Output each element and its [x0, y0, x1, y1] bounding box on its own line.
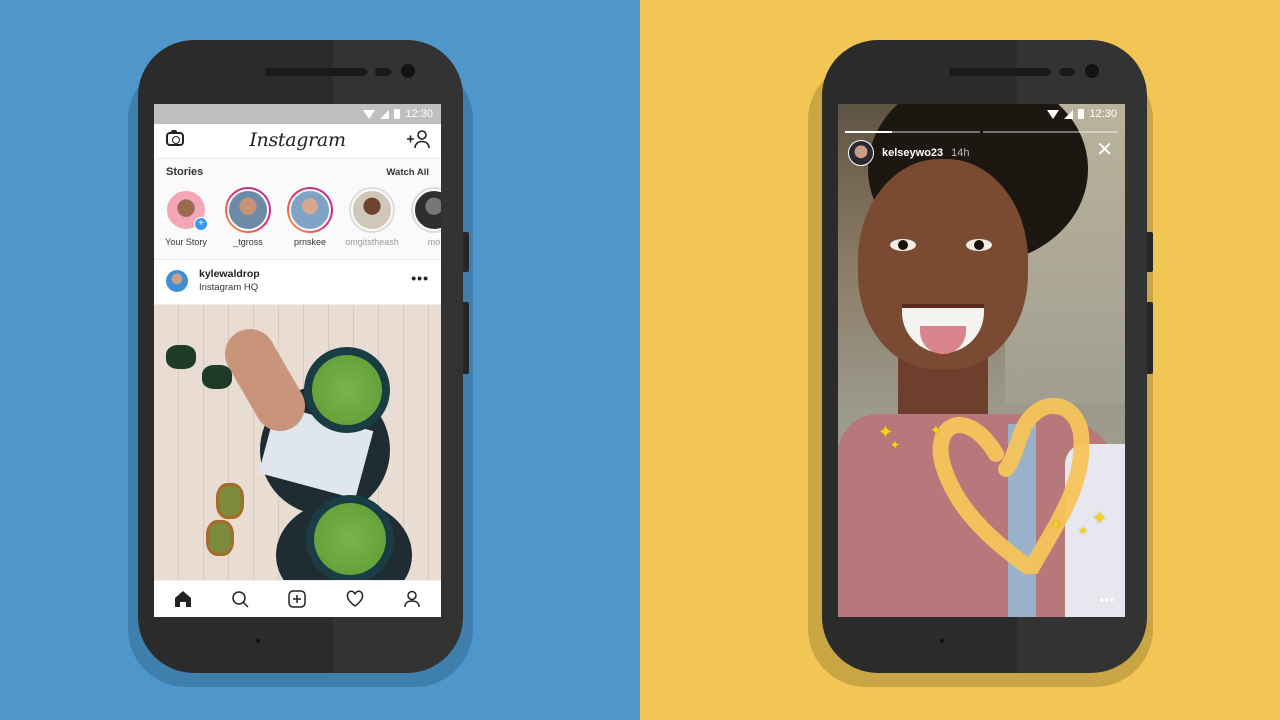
right-phone: ✦ ✦ ✦ ✦ ✦ ✦ 12:30 kelseywo23 14h ✕ •••: [822, 40, 1153, 673]
power-button: [463, 302, 469, 374]
story-timestamp: 14h: [951, 147, 970, 159]
post-location[interactable]: Instagram HQ: [199, 282, 258, 293]
instagram-feed-screen: 12:30 Instagram Stories Watch All + Your…: [154, 104, 441, 617]
progress-segment: [845, 131, 980, 133]
sensor: [375, 68, 391, 76]
story-omgitstheash[interactable]: omgitstheash: [345, 187, 399, 247]
earpiece-speaker: [949, 68, 1051, 76]
story-label: Your Story: [165, 237, 207, 247]
instagram-logo: Instagram: [249, 129, 346, 151]
story-ring: [411, 187, 441, 233]
photo-matcha: [312, 355, 382, 425]
photo-sunglasses: [166, 345, 196, 369]
avatar: [413, 189, 441, 231]
power-button: [1147, 302, 1153, 374]
story-label: prnskee: [293, 237, 327, 247]
avatar: [227, 189, 269, 231]
story-ring: [225, 187, 271, 233]
story-photo-smile: [902, 304, 984, 354]
sparkle-sticker: ✦: [1092, 508, 1108, 528]
microphone: [256, 639, 260, 643]
post-avatar[interactable]: [166, 270, 188, 292]
avatar: [351, 189, 393, 231]
add-story-badge[interactable]: +: [194, 217, 208, 231]
avatar: [289, 189, 331, 231]
stories-title: Stories: [166, 166, 204, 178]
post-username[interactable]: kylewaldrop: [199, 268, 260, 280]
status-time: 12:30: [405, 108, 433, 120]
photo-matcha: [314, 503, 386, 575]
sparkle-sticker: ✦: [1050, 516, 1062, 532]
add-user-icon[interactable]: [405, 129, 431, 154]
more-options-icon[interactable]: •••: [411, 270, 429, 286]
post-header: kylewaldrop Instagram HQ •••: [154, 260, 441, 305]
front-camera: [1085, 64, 1099, 78]
search-icon[interactable]: [229, 588, 251, 610]
story-tgross[interactable]: _tgross: [222, 187, 274, 247]
story-label: mo: [427, 237, 441, 247]
story-label: omgitstheash: [345, 237, 399, 247]
story-photo-eye: [890, 239, 916, 251]
story-mo[interactable]: mo: [408, 187, 441, 247]
battery-icon: [1078, 109, 1085, 119]
avatar: +: [165, 189, 208, 231]
story-author[interactable]: kelseywo23 14h: [848, 140, 970, 166]
battery-icon: [394, 109, 401, 119]
stories-tray: Stories Watch All + Your Story _tgross p…: [154, 159, 441, 260]
sparkle-sticker: ✦: [890, 438, 901, 452]
new-post-icon[interactable]: [286, 588, 308, 610]
front-camera: [401, 64, 415, 78]
story-label: _tgross: [233, 237, 263, 247]
sparkle-sticker: ✦: [930, 422, 942, 438]
sensor: [1059, 68, 1075, 76]
story-photo-face: [858, 159, 1028, 369]
story-ring: +: [163, 187, 209, 233]
volume-button: [1147, 232, 1153, 272]
story-ring: [349, 187, 395, 233]
status-bar: 12:30: [154, 104, 441, 124]
activity-heart-icon[interactable]: [344, 588, 366, 610]
microphone: [940, 639, 944, 643]
earpiece-speaker: [265, 68, 367, 76]
story-prnskee[interactable]: prnskee: [284, 187, 336, 247]
sparkle-sticker: ✦: [1078, 524, 1089, 538]
story-username[interactable]: kelseywo23: [882, 147, 943, 159]
left-phone: 12:30 Instagram Stories Watch All + Your…: [138, 40, 469, 673]
home-icon[interactable]: [172, 588, 194, 610]
left-panel: 12:30 Instagram Stories Watch All + Your…: [0, 0, 640, 720]
photo-sunglasses: [216, 483, 244, 519]
wifi-icon: [1047, 109, 1060, 119]
story-list: + Your Story _tgross prnskee omgitstheas…: [160, 187, 441, 247]
photo-sunglasses: [202, 365, 232, 389]
signal-icon: [380, 109, 390, 119]
status-bar: 12:30: [838, 104, 1125, 124]
right-panel: ✦ ✦ ✦ ✦ ✦ ✦ 12:30 kelseywo23 14h ✕ •••: [640, 0, 1280, 720]
progress-segment: [983, 131, 1118, 133]
bottom-navigation: [154, 580, 441, 617]
post-photo[interactable]: [154, 305, 441, 610]
watch-all-link[interactable]: Watch All: [386, 167, 429, 178]
story-author-avatar[interactable]: [848, 140, 874, 166]
story-your-story[interactable]: + Your Story: [160, 187, 212, 247]
more-options-icon[interactable]: •••: [1099, 593, 1115, 607]
progress-fill: [845, 131, 893, 133]
photo-sunglasses: [206, 520, 234, 556]
app-header: Instagram: [154, 124, 441, 159]
heart-drawing: [932, 397, 1090, 574]
story-viewer-screen[interactable]: ✦ ✦ ✦ ✦ ✦ ✦ 12:30 kelseywo23 14h ✕ •••: [838, 104, 1125, 617]
close-icon[interactable]: ✕: [1096, 140, 1113, 160]
volume-button: [463, 232, 469, 272]
story-ring: [287, 187, 333, 233]
story-progress-bar: [845, 131, 1118, 133]
wifi-icon: [363, 109, 376, 119]
status-time: 12:30: [1089, 108, 1117, 120]
story-photo-eye: [966, 239, 992, 251]
profile-icon[interactable]: [401, 588, 423, 610]
signal-icon: [1064, 109, 1074, 119]
story-photo-tongue: [920, 326, 966, 354]
